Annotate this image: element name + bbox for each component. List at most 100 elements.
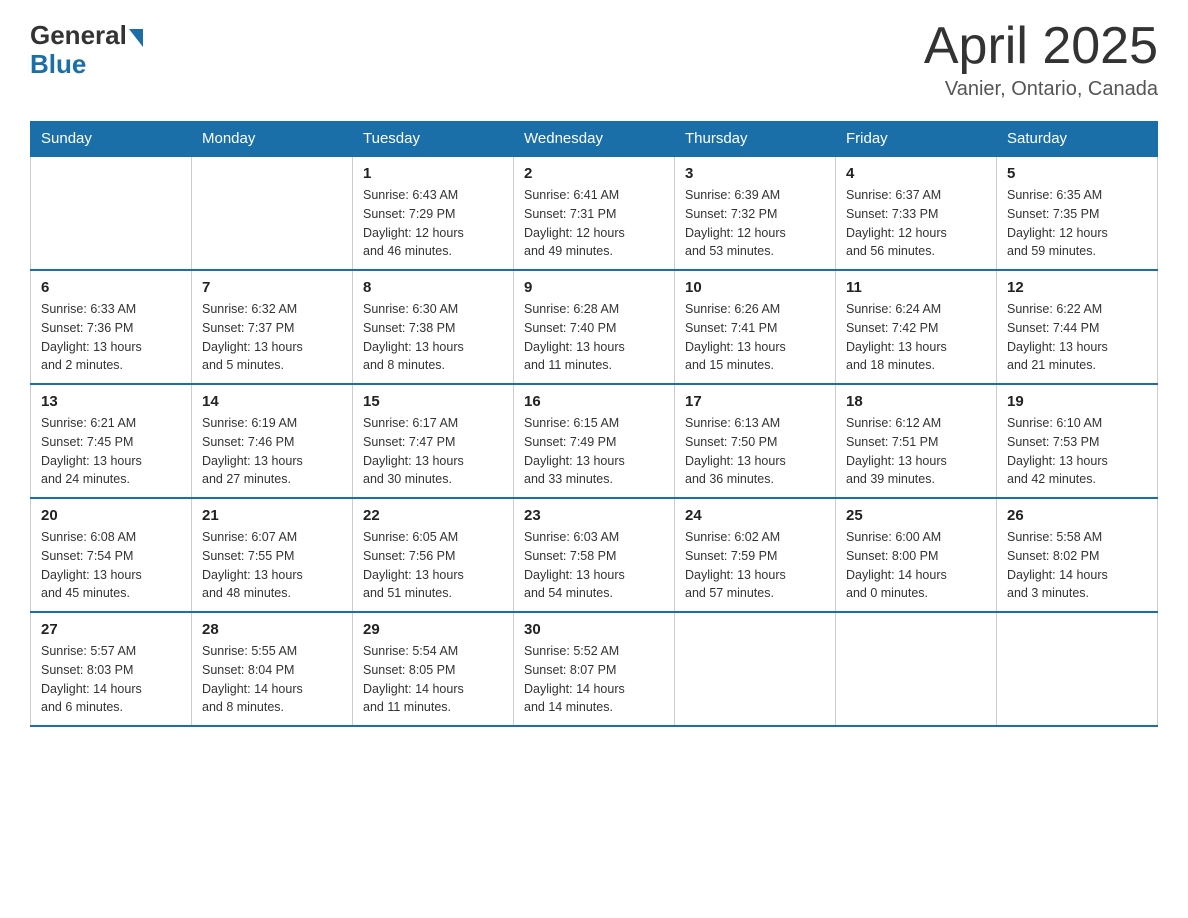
day-info: Sunrise: 6:08 AM Sunset: 7:54 PM Dayligh…	[41, 528, 181, 603]
calendar-week-row: 27 Sunrise: 5:57 AM Sunset: 8:03 PM Dayli…	[31, 612, 1158, 726]
calendar-cell	[836, 612, 997, 726]
day-number: 14	[202, 393, 342, 410]
calendar-cell: 23 Sunrise: 6:03 AM Sunset: 7:58 PM Dayli…	[514, 498, 675, 612]
day-number: 19	[1007, 393, 1147, 410]
day-info: Sunrise: 6:07 AM Sunset: 7:55 PM Dayligh…	[202, 528, 342, 603]
calendar-cell: 11 Sunrise: 6:24 AM Sunset: 7:42 PM Dayli…	[836, 270, 997, 384]
calendar-cell: 20 Sunrise: 6:08 AM Sunset: 7:54 PM Dayli…	[31, 498, 192, 612]
day-info: Sunrise: 6:15 AM Sunset: 7:49 PM Dayligh…	[524, 414, 664, 489]
day-number: 4	[846, 165, 986, 182]
day-number: 30	[524, 621, 664, 638]
calendar-body: 1Sunrise: 6:43 AM Sunset: 7:29 PM Daylig…	[31, 156, 1158, 726]
day-info: Sunrise: 6:26 AM Sunset: 7:41 PM Dayligh…	[685, 300, 825, 375]
day-number: 22	[363, 507, 503, 524]
day-info: Sunrise: 6:19 AM Sunset: 7:46 PM Dayligh…	[202, 414, 342, 489]
day-number: 11	[846, 279, 986, 296]
calendar-header: SundayMondayTuesdayWednesdayThursdayFrid…	[31, 122, 1158, 157]
logo: General Blue	[30, 20, 143, 80]
day-number: 2	[524, 165, 664, 182]
day-info: Sunrise: 6:02 AM Sunset: 7:59 PM Dayligh…	[685, 528, 825, 603]
day-number: 24	[685, 507, 825, 524]
calendar-cell: 17 Sunrise: 6:13 AM Sunset: 7:50 PM Dayli…	[675, 384, 836, 498]
calendar-cell: 28 Sunrise: 5:55 AM Sunset: 8:04 PM Dayli…	[192, 612, 353, 726]
day-of-week-header: Wednesday	[514, 122, 675, 157]
day-of-week-header: Tuesday	[353, 122, 514, 157]
calendar-cell: 29 Sunrise: 5:54 AM Sunset: 8:05 PM Dayli…	[353, 612, 514, 726]
day-info: Sunrise: 6:05 AM Sunset: 7:56 PM Dayligh…	[363, 528, 503, 603]
day-number: 12	[1007, 279, 1147, 296]
day-info: Sunrise: 6:33 AM Sunset: 7:36 PM Dayligh…	[41, 300, 181, 375]
day-info: Sunrise: 6:12 AM Sunset: 7:51 PM Dayligh…	[846, 414, 986, 489]
day-info: Sunrise: 6:13 AM Sunset: 7:50 PM Dayligh…	[685, 414, 825, 489]
day-number: 8	[363, 279, 503, 296]
day-number: 29	[363, 621, 503, 638]
calendar-cell: 13 Sunrise: 6:21 AM Sunset: 7:45 PM Dayli…	[31, 384, 192, 498]
calendar-week-row: 20 Sunrise: 6:08 AM Sunset: 7:54 PM Dayli…	[31, 498, 1158, 612]
day-number: 21	[202, 507, 342, 524]
calendar-cell	[192, 156, 353, 270]
day-number: 16	[524, 393, 664, 410]
calendar-cell: 6Sunrise: 6:33 AM Sunset: 7:36 PM Daylig…	[31, 270, 192, 384]
calendar-table: SundayMondayTuesdayWednesdayThursdayFrid…	[30, 121, 1158, 727]
day-number: 9	[524, 279, 664, 296]
calendar-cell: 2Sunrise: 6:41 AM Sunset: 7:31 PM Daylig…	[514, 156, 675, 270]
calendar-cell: 18 Sunrise: 6:12 AM Sunset: 7:51 PM Dayli…	[836, 384, 997, 498]
title-section: April 2025 Vanier, Ontario, Canada	[924, 20, 1158, 101]
day-number: 13	[41, 393, 181, 410]
day-number: 23	[524, 507, 664, 524]
day-info: Sunrise: 5:55 AM Sunset: 8:04 PM Dayligh…	[202, 642, 342, 717]
calendar-cell	[31, 156, 192, 270]
logo-general-text: General	[30, 20, 127, 51]
day-of-week-header: Saturday	[997, 122, 1158, 157]
calendar-cell: 1Sunrise: 6:43 AM Sunset: 7:29 PM Daylig…	[353, 156, 514, 270]
day-number: 10	[685, 279, 825, 296]
day-number: 26	[1007, 507, 1147, 524]
logo-blue-text: Blue	[30, 49, 86, 80]
day-number: 3	[685, 165, 825, 182]
day-of-week-header: Friday	[836, 122, 997, 157]
day-number: 5	[1007, 165, 1147, 182]
day-number: 17	[685, 393, 825, 410]
day-info: Sunrise: 5:52 AM Sunset: 8:07 PM Dayligh…	[524, 642, 664, 717]
month-title: April 2025	[924, 20, 1158, 72]
day-info: Sunrise: 5:54 AM Sunset: 8:05 PM Dayligh…	[363, 642, 503, 717]
day-info: Sunrise: 6:30 AM Sunset: 7:38 PM Dayligh…	[363, 300, 503, 375]
page-header: General Blue April 2025 Vanier, Ontario,…	[30, 20, 1158, 101]
day-info: Sunrise: 6:37 AM Sunset: 7:33 PM Dayligh…	[846, 186, 986, 261]
location: Vanier, Ontario, Canada	[924, 78, 1158, 101]
day-number: 27	[41, 621, 181, 638]
day-of-week-header: Thursday	[675, 122, 836, 157]
calendar-cell: 15 Sunrise: 6:17 AM Sunset: 7:47 PM Dayli…	[353, 384, 514, 498]
calendar-cell: 26 Sunrise: 5:58 AM Sunset: 8:02 PM Dayli…	[997, 498, 1158, 612]
day-number: 15	[363, 393, 503, 410]
day-info: Sunrise: 5:57 AM Sunset: 8:03 PM Dayligh…	[41, 642, 181, 717]
calendar-cell	[997, 612, 1158, 726]
day-info: Sunrise: 6:21 AM Sunset: 7:45 PM Dayligh…	[41, 414, 181, 489]
day-number: 7	[202, 279, 342, 296]
day-info: Sunrise: 6:17 AM Sunset: 7:47 PM Dayligh…	[363, 414, 503, 489]
calendar-week-row: 6Sunrise: 6:33 AM Sunset: 7:36 PM Daylig…	[31, 270, 1158, 384]
day-number: 20	[41, 507, 181, 524]
day-info: Sunrise: 5:58 AM Sunset: 8:02 PM Dayligh…	[1007, 528, 1147, 603]
day-info: Sunrise: 6:22 AM Sunset: 7:44 PM Dayligh…	[1007, 300, 1147, 375]
calendar-cell: 16 Sunrise: 6:15 AM Sunset: 7:49 PM Dayli…	[514, 384, 675, 498]
day-number: 28	[202, 621, 342, 638]
day-number: 1	[363, 165, 503, 182]
logo-arrow-icon	[129, 29, 143, 47]
header-row: SundayMondayTuesdayWednesdayThursdayFrid…	[31, 122, 1158, 157]
calendar-cell: 3Sunrise: 6:39 AM Sunset: 7:32 PM Daylig…	[675, 156, 836, 270]
day-info: Sunrise: 6:28 AM Sunset: 7:40 PM Dayligh…	[524, 300, 664, 375]
calendar-cell: 24 Sunrise: 6:02 AM Sunset: 7:59 PM Dayli…	[675, 498, 836, 612]
day-info: Sunrise: 6:00 AM Sunset: 8:00 PM Dayligh…	[846, 528, 986, 603]
calendar-cell: 19Sunrise: 6:10 AM Sunset: 7:53 PM Dayli…	[997, 384, 1158, 498]
calendar-cell	[675, 612, 836, 726]
day-number: 18	[846, 393, 986, 410]
day-of-week-header: Monday	[192, 122, 353, 157]
day-info: Sunrise: 6:24 AM Sunset: 7:42 PM Dayligh…	[846, 300, 986, 375]
calendar-week-row: 1Sunrise: 6:43 AM Sunset: 7:29 PM Daylig…	[31, 156, 1158, 270]
calendar-cell: 9 Sunrise: 6:28 AM Sunset: 7:40 PM Daylig…	[514, 270, 675, 384]
day-info: Sunrise: 6:03 AM Sunset: 7:58 PM Dayligh…	[524, 528, 664, 603]
calendar-cell: 27 Sunrise: 5:57 AM Sunset: 8:03 PM Dayli…	[31, 612, 192, 726]
calendar-cell: 7Sunrise: 6:32 AM Sunset: 7:37 PM Daylig…	[192, 270, 353, 384]
day-number: 25	[846, 507, 986, 524]
